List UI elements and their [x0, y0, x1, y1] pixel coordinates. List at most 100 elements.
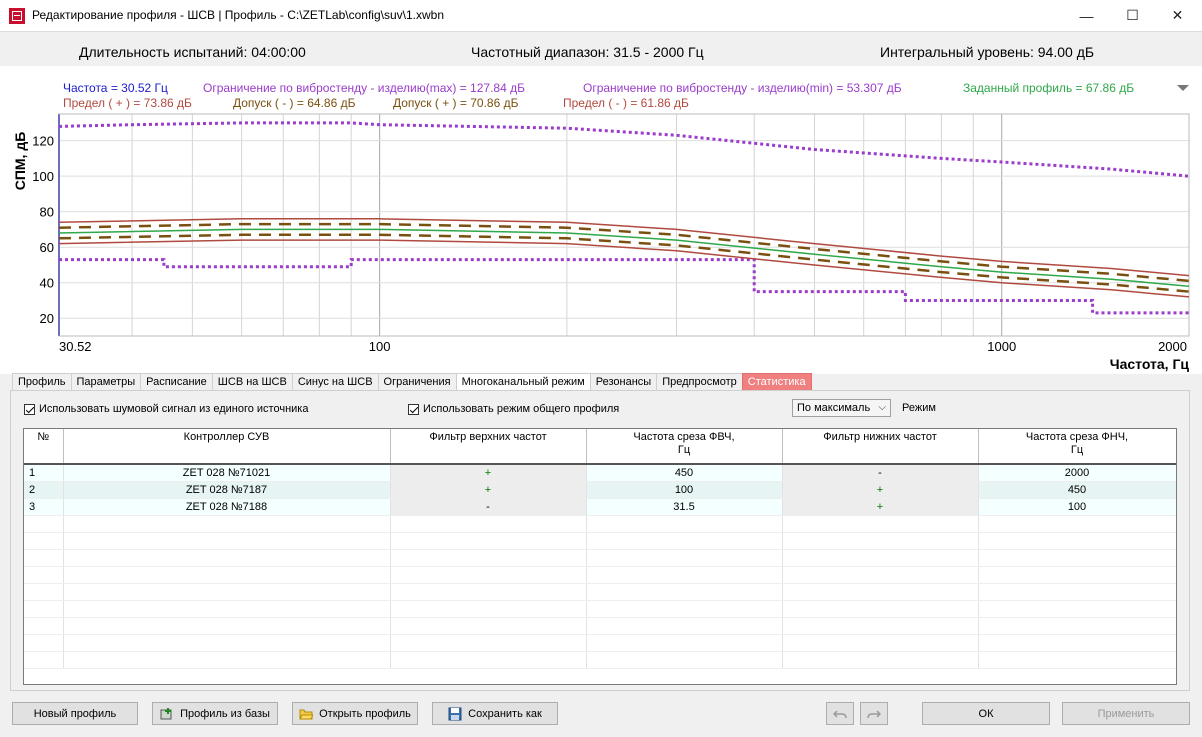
tab-5[interactable]: Ограничения [377, 373, 457, 390]
table-cell[interactable]: - [782, 464, 979, 482]
table-cell[interactable] [782, 651, 979, 669]
header-hpf-cutoff[interactable]: Частота среза ФВЧ, Гц [586, 429, 783, 465]
table-row[interactable] [24, 583, 1176, 601]
table-cell[interactable]: 100 [978, 498, 1176, 516]
table-row[interactable] [24, 634, 1176, 652]
save-as-button[interactable]: Сохранить как [432, 702, 558, 725]
controllers-table[interactable]: № Контроллер СУВ Фильтр верхних частот Ч… [23, 428, 1177, 685]
table-cell[interactable]: ZET 028 №7188 [63, 498, 391, 516]
table-cell[interactable] [586, 651, 783, 669]
table-cell[interactable] [24, 651, 64, 669]
table-cell[interactable] [390, 634, 587, 652]
spectrum-chart[interactable]: Частота = 30.52 Гц Ограничение по виброс… [0, 66, 1202, 374]
checkbox-checked-icon[interactable] [24, 403, 35, 415]
tab-1[interactable]: Параметры [70, 373, 142, 390]
table-cell[interactable] [586, 617, 783, 635]
table-row[interactable] [24, 600, 1176, 618]
table-cell[interactable] [24, 566, 64, 584]
table-cell[interactable] [978, 515, 1176, 533]
table-cell[interactable] [24, 600, 64, 618]
table-cell[interactable] [63, 651, 391, 669]
single-source-checkbox[interactable]: Использовать шумовой сигнал из единого и… [24, 403, 308, 415]
table-cell[interactable] [586, 634, 783, 652]
table-cell[interactable] [24, 583, 64, 601]
header-controller[interactable]: Контроллер СУВ [63, 429, 391, 465]
table-cell[interactable]: ZET 028 №7187 [63, 481, 391, 499]
table-cell[interactable] [24, 532, 64, 550]
table-row[interactable] [24, 617, 1176, 635]
tab-2[interactable]: Расписание [140, 373, 213, 390]
minimize-button[interactable]: — [1064, 0, 1109, 31]
table-cell[interactable] [586, 583, 783, 601]
table-cell[interactable]: 2 [24, 481, 64, 499]
tab-4[interactable]: Синус на ШСВ [291, 373, 379, 390]
tab-7[interactable]: Резонансы [589, 373, 658, 390]
close-button[interactable]: ✕ [1155, 0, 1200, 31]
mode-select[interactable]: По максималь ⌵ [792, 399, 891, 417]
profile-from-base-button[interactable]: Профиль из базы [152, 702, 278, 725]
table-cell[interactable] [586, 515, 783, 533]
table-cell[interactable] [586, 600, 783, 618]
table-cell[interactable] [782, 532, 979, 550]
table-row[interactable]: 2 ZET 028 №7187 +100 +450 [24, 481, 1176, 499]
table-cell[interactable] [24, 515, 64, 533]
table-cell[interactable] [63, 634, 391, 652]
table-cell[interactable] [978, 600, 1176, 618]
table-row[interactable] [24, 515, 1176, 533]
table-row[interactable] [24, 651, 1176, 669]
table-cell[interactable]: + [390, 464, 587, 482]
table-cell[interactable] [978, 532, 1176, 550]
header-index[interactable]: № [24, 429, 64, 465]
table-row[interactable]: 3 ZET 028 №7188-31.5 +100 [24, 498, 1176, 516]
table-cell[interactable]: + [782, 498, 979, 516]
apply-button[interactable]: Применить [1062, 702, 1190, 725]
undo-button[interactable] [826, 702, 854, 725]
table-cell[interactable] [978, 651, 1176, 669]
table-cell[interactable] [586, 566, 783, 584]
table-cell[interactable] [63, 583, 391, 601]
table-cell[interactable] [782, 617, 979, 635]
checkbox-checked-icon[interactable] [408, 403, 419, 415]
table-cell[interactable] [390, 651, 587, 669]
table-cell[interactable] [978, 549, 1176, 567]
table-cell[interactable]: - [390, 498, 587, 516]
table-cell[interactable] [782, 634, 979, 652]
table-cell[interactable] [390, 617, 587, 635]
table-cell[interactable] [390, 583, 587, 601]
table-cell[interactable] [782, 600, 979, 618]
tab-8[interactable]: Предпросмотр [656, 373, 743, 390]
table-cell[interactable] [24, 549, 64, 567]
header-hpf[interactable]: Фильтр верхних частот [390, 429, 587, 465]
table-cell[interactable]: 3 [24, 498, 64, 516]
table-cell[interactable]: ZET 028 №71021 [63, 464, 391, 482]
table-cell[interactable] [390, 566, 587, 584]
table-cell[interactable] [63, 600, 391, 618]
table-cell[interactable] [390, 600, 587, 618]
table-cell[interactable]: 450 [978, 481, 1176, 499]
table-cell[interactable] [63, 532, 391, 550]
table-cell[interactable] [782, 566, 979, 584]
table-cell[interactable]: 2000 [978, 464, 1176, 482]
table-cell[interactable] [63, 566, 391, 584]
table-cell[interactable] [390, 549, 587, 567]
table-cell[interactable] [24, 634, 64, 652]
table-cell[interactable] [586, 549, 783, 567]
table-cell[interactable] [782, 515, 979, 533]
redo-button[interactable] [860, 702, 888, 725]
table-cell[interactable] [978, 583, 1176, 601]
tab-3[interactable]: ШСВ на ШСВ [211, 373, 293, 390]
new-profile-button[interactable]: Новый профиль [12, 702, 138, 725]
maximize-button[interactable]: ☐ [1110, 0, 1155, 31]
table-cell[interactable] [390, 532, 587, 550]
table-cell[interactable]: 450 [586, 464, 783, 482]
table-cell[interactable] [782, 583, 979, 601]
table-cell[interactable]: 1 [24, 464, 64, 482]
tab-6[interactable]: Многоканальный режим [455, 373, 591, 391]
common-profile-checkbox[interactable]: Использовать режим общего профиля [408, 403, 619, 415]
header-lpf-cutoff[interactable]: Частота среза ФНЧ, Гц [978, 429, 1176, 465]
table-row[interactable] [24, 532, 1176, 550]
table-cell[interactable]: + [390, 481, 587, 499]
open-profile-button[interactable]: Открыть профиль [292, 702, 418, 725]
table-cell[interactable] [390, 515, 587, 533]
table-cell[interactable] [978, 566, 1176, 584]
